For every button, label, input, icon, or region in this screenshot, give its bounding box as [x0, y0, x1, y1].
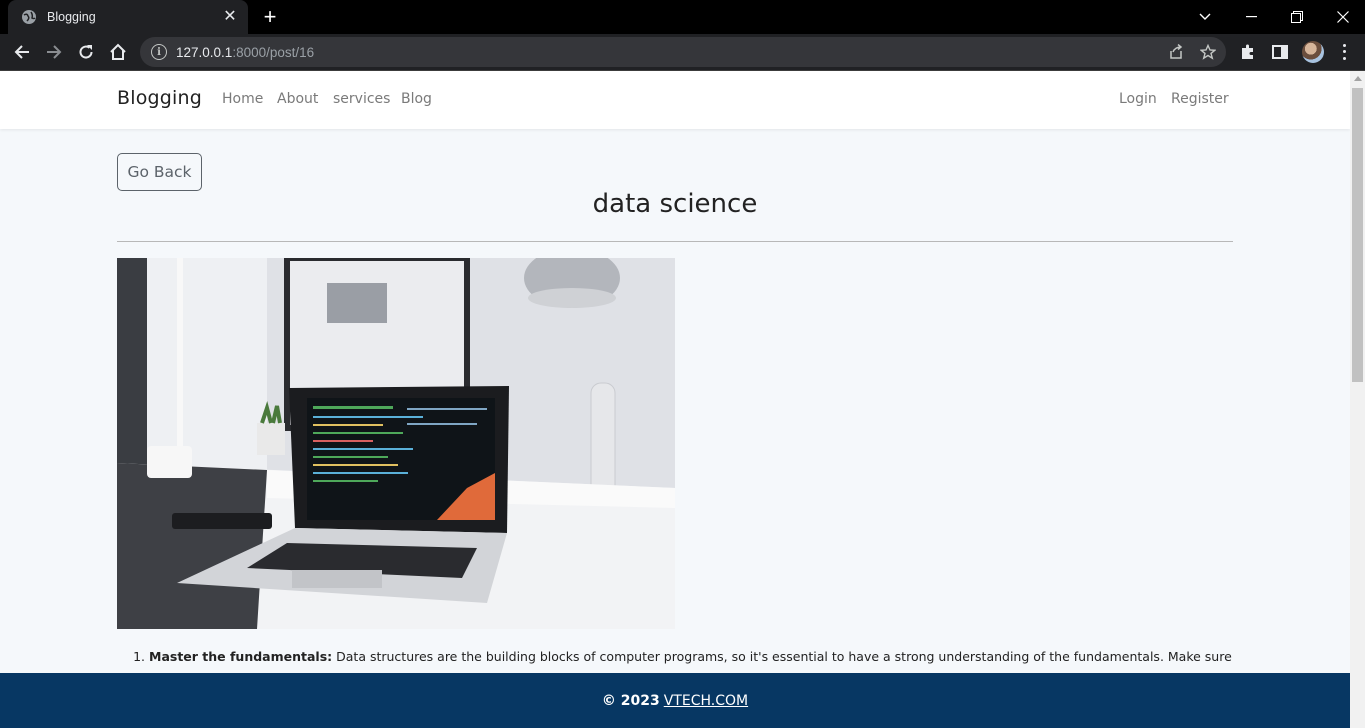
site-info-icon[interactable]: i: [151, 44, 167, 60]
nav-link-services[interactable]: services: [333, 91, 390, 107]
page-scrollbar[interactable]: [1350, 71, 1365, 728]
scroll-up-arrow-icon[interactable]: [1354, 76, 1362, 81]
profile-avatar[interactable]: [1302, 41, 1324, 63]
nav-link-blog[interactable]: Blog: [401, 91, 432, 107]
reload-icon[interactable]: [72, 38, 100, 66]
home-icon[interactable]: [104, 38, 132, 66]
url-path: :8000/post/16: [232, 44, 315, 60]
post-image: [117, 258, 675, 629]
new-tab-icon[interactable]: +: [258, 5, 282, 29]
extensions-puzzle-icon[interactable]: [1239, 43, 1257, 61]
side-panel-icon[interactable]: [1271, 43, 1289, 61]
close-tab-icon[interactable]: ✕: [222, 9, 238, 25]
share-icon[interactable]: [1168, 43, 1184, 60]
post-title: data science: [592, 189, 758, 219]
footer-copyright: © 2023: [601, 692, 660, 709]
nav-link-about[interactable]: About: [277, 91, 318, 107]
forward-arrow-icon[interactable]: [40, 38, 68, 66]
browser-menu-icon[interactable]: [1336, 42, 1352, 62]
title-divider: [117, 241, 1233, 242]
url-host: 127.0.0.1: [176, 44, 233, 60]
page-viewport: Blogging Home About services Blog Login …: [0, 71, 1350, 728]
footer-site-link[interactable]: VTECH.COM: [664, 693, 748, 709]
nav-link-home[interactable]: Home: [222, 91, 263, 107]
list-item: Master the fundamentals: Data structures…: [149, 648, 1233, 666]
post-list: Master the fundamentals: Data structures…: [117, 648, 1233, 666]
browser-tab-strip: Blogging ✕ +: [0, 0, 1365, 34]
bookmark-star-icon[interactable]: [1199, 43, 1217, 60]
restore-icon[interactable]: [1274, 0, 1320, 34]
post-content: Master the fundamentals: Data structures…: [117, 648, 1233, 666]
list-item-heading: Master the fundamentals:: [149, 649, 333, 664]
site-navbar: Blogging Home About services Blog Login …: [0, 71, 1350, 129]
nav-link-login[interactable]: Login: [1119, 91, 1157, 107]
tab-title: Blogging: [47, 10, 96, 24]
globe-icon: [21, 9, 37, 25]
browser-tab[interactable]: Blogging ✕: [8, 0, 248, 34]
nav-link-register[interactable]: Register: [1171, 91, 1229, 107]
list-item-text: Data structures are the building blocks …: [332, 649, 1232, 664]
close-window-icon[interactable]: [1320, 0, 1365, 34]
browser-toolbar: i 127.0.0.1:8000/post/16: [0, 34, 1365, 71]
address-bar[interactable]: i 127.0.0.1:8000/post/16: [140, 37, 1226, 67]
site-footer: © 2023 VTECH.COM: [0, 673, 1350, 728]
go-back-button[interactable]: Go Back: [117, 153, 202, 191]
minimize-icon[interactable]: [1228, 0, 1274, 34]
scrollbar-thumb[interactable]: [1352, 88, 1363, 382]
back-arrow-icon[interactable]: [8, 38, 36, 66]
site-brand[interactable]: Blogging: [117, 87, 202, 109]
tab-search-icon[interactable]: [1182, 0, 1228, 34]
